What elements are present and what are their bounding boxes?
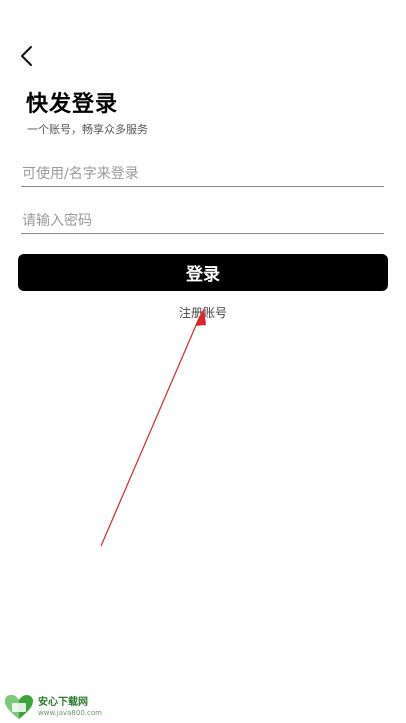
- page-title: 快发登录: [26, 92, 119, 117]
- login-button[interactable]: 登录: [18, 254, 388, 291]
- heart-logo-icon: [5, 695, 33, 719]
- account-input[interactable]: [21, 161, 384, 187]
- watermark: 安心下载网 www.java800.com: [4, 694, 102, 720]
- watermark-title: 安心下载网: [38, 696, 88, 708]
- page-subtitle: 一个账号，畅享众多服务: [27, 123, 148, 136]
- watermark-url: www.java800.com: [38, 708, 102, 717]
- back-button[interactable]: [14, 42, 42, 70]
- register-link[interactable]: 注册账号: [0, 304, 406, 321]
- password-input[interactable]: [21, 208, 384, 234]
- chevron-left-icon: [21, 46, 32, 66]
